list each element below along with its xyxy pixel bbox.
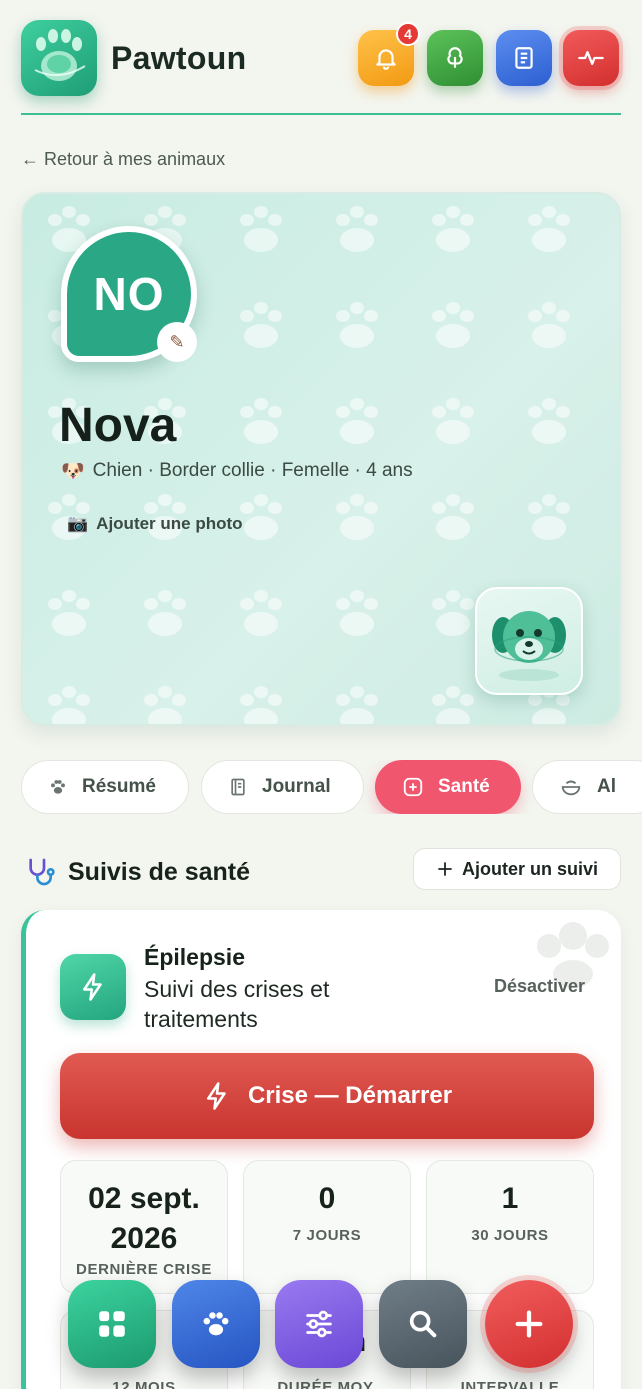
tracking-title: Épilepsie [144, 944, 245, 970]
health-plus-icon [403, 777, 423, 797]
health-pulse-button[interactable] [563, 30, 619, 86]
camera-icon: 📷 [67, 514, 89, 533]
stethoscope-icon [29, 858, 55, 886]
bell-icon [376, 49, 396, 70]
pet-profile-card: NO ✎ Nova 🐶 Chien · Border collie · Feme… [21, 192, 621, 726]
plus-icon [438, 862, 452, 876]
tab-label: Al [597, 776, 616, 797]
stat-label: 30 JOURS [471, 1227, 549, 1244]
stat-label: DURÉE MOY. [277, 1379, 377, 1389]
stat-value: 0 [318, 1182, 336, 1215]
dashboard-icon [99, 1311, 125, 1337]
dog-mascot-icon [492, 611, 566, 681]
tree-icon [447, 47, 463, 68]
lightning-icon [206, 1082, 226, 1110]
add-photo-label: Ajouter une photo [96, 514, 243, 533]
pet-details: Chien · Border collie · Femelle · 4 ans [92, 460, 413, 481]
start-seizure-label: Crise — Démarrer [247, 1082, 453, 1109]
dog-emoji-icon: 🐶 [61, 461, 85, 482]
book-icon [515, 47, 533, 69]
stat-label: INTERVALLE [460, 1379, 560, 1389]
plus-icon [515, 1310, 543, 1338]
stat-value: 02 sept. 2026 [88, 1182, 200, 1255]
tab-label: Journal [262, 776, 331, 797]
add-tracking-button[interactable]: Ajouter un suivi [413, 848, 621, 890]
paw-icon [203, 1312, 229, 1336]
settings-button[interactable] [275, 1280, 363, 1368]
pet-avatar[interactable]: NO ✎ [61, 226, 197, 362]
search-icon [409, 1310, 437, 1338]
food-bowl-icon [561, 780, 581, 796]
stat-value: 1 [501, 1182, 519, 1215]
tab-label: Santé [438, 776, 490, 797]
stat-30-days: 1 30 JOURS [426, 1160, 594, 1294]
app-title: Pawtoun [111, 40, 247, 76]
search-button[interactable] [379, 1280, 467, 1368]
journal-icon [231, 778, 245, 796]
book-button[interactable] [496, 30, 552, 86]
stat-label: DERNIÈRE CRISE [76, 1261, 212, 1278]
pets-button[interactable] [172, 1280, 260, 1368]
app-logo[interactable] [21, 20, 97, 96]
start-seizure-button[interactable]: Crise — Démarrer [60, 1053, 594, 1139]
header-divider [21, 113, 621, 115]
add-tracking-label: Ajouter un suivi [461, 858, 598, 879]
lightning-icon [83, 973, 102, 1001]
app-header: Pawtoun 4 [21, 20, 621, 96]
edit-avatar-icon[interactable]: ✎ [157, 322, 197, 362]
pet-tabs: Résumé Journal Santé Al [21, 760, 642, 814]
dashboard-button[interactable] [68, 1280, 156, 1368]
stat-label: 7 JOURS [292, 1227, 362, 1244]
paw-logo-icon [34, 29, 86, 81]
paw-icon [51, 780, 65, 794]
deactivate-button[interactable]: Désactiver [494, 976, 585, 997]
pulse-icon [578, 51, 604, 65]
pet-info: 🐶 Chien · Border collie · Femelle · 4 an… [61, 459, 413, 483]
tab-sante[interactable]: Santé [375, 760, 521, 814]
tree-button[interactable] [427, 30, 483, 86]
stat-7-days: 0 7 JOURS [243, 1160, 411, 1294]
pet-name: Nova [59, 399, 177, 452]
pet-initials: NO [93, 268, 165, 320]
tracking-subtitle: Suivi des crises et traitements [144, 976, 330, 1032]
tab-label: Résumé [82, 776, 156, 797]
stat-label: 12 MOIS [112, 1379, 176, 1389]
section-title-text: Suivis de santé [68, 857, 251, 886]
epilepsy-icon-tile [60, 954, 126, 1020]
tab-resume[interactable]: Résumé [21, 760, 189, 814]
section-title: Suivis de santé [24, 856, 250, 888]
pet-mascot[interactable] [475, 587, 583, 695]
tab-journal[interactable]: Journal [201, 760, 364, 814]
stat-last-seizure: 02 sept. 2026 DERNIÈRE CRISE [60, 1160, 228, 1294]
add-button[interactable] [485, 1280, 573, 1368]
tab-alimentation[interactable]: Al [532, 760, 642, 814]
back-link[interactable]: ← Retour à mes animaux [21, 149, 225, 170]
notification-badge: 4 [396, 22, 420, 46]
sliders-icon [306, 1310, 332, 1338]
notifications-button[interactable]: 4 [358, 22, 420, 86]
add-photo-button[interactable]: 📷 Ajouter une photo [67, 514, 243, 534]
